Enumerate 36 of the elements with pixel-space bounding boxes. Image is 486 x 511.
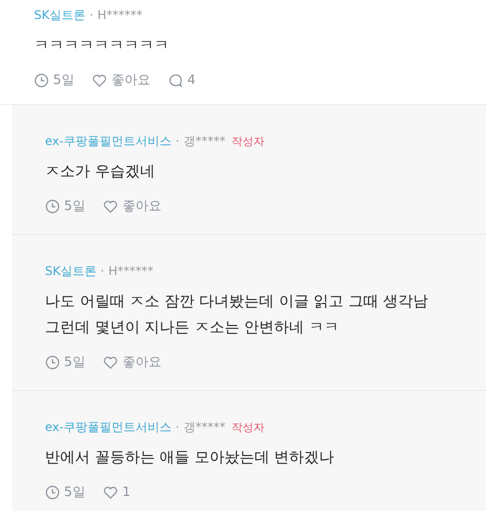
company-name[interactable]: SK실트론 — [34, 6, 86, 24]
heart-icon — [103, 484, 118, 500]
time-text: 5일 — [53, 72, 74, 89]
like-button[interactable]: 좋아요 — [103, 197, 162, 215]
like-button[interactable]: 좋아요 — [103, 353, 162, 371]
clock-icon — [45, 484, 60, 500]
time-text: 5일 — [64, 354, 86, 371]
clock-icon — [34, 72, 49, 88]
user-name: 갱***** — [183, 132, 226, 150]
reply-text: ㅈ소가 우습겠네 — [45, 161, 156, 182]
reply-text: 나도 어릴때 ㅈ소 잠깐 다녀봤는데 이글 읽고 그때 생각남 그런데 몇년이 지나든 ㅈ소는 안변하네 ㅋㅋ — [45, 291, 430, 338]
separator-dot: · — [176, 420, 180, 434]
user-name: H****** — [97, 8, 142, 22]
reply-text: 반에서 꼴등하는 애들 모아놨는데 변하겠나 — [45, 447, 336, 468]
user-name: H****** — [108, 264, 154, 278]
company-name[interactable]: ex-쿠팡풀필먼트서비스 — [45, 132, 172, 150]
company-name[interactable]: ex-쿠팡풀필먼트서비스 — [45, 418, 172, 436]
comment-text: ㅋㅋㅋㅋㅋㅋㅋㅋㅋ — [34, 35, 170, 56]
time-text: 5일 — [64, 198, 86, 215]
heart-icon — [103, 198, 118, 214]
separator-dot: · — [100, 264, 104, 278]
time-text: 5일 — [64, 484, 86, 501]
separator-dot: · — [176, 134, 180, 148]
author-label: 작성자 — [231, 134, 264, 148]
heart-icon — [103, 354, 118, 370]
reply-button[interactable]: 4 — [168, 72, 196, 88]
like-button[interactable]: 좋아요 — [92, 71, 150, 89]
speech-bubble-icon — [168, 72, 184, 88]
clock-icon — [45, 198, 60, 214]
author-label: 작성자 — [231, 420, 264, 434]
clock-icon — [45, 354, 60, 370]
company-name[interactable]: SK실트론 — [45, 262, 96, 280]
separator-dot: · — [90, 8, 94, 22]
user-name: 갱***** — [183, 418, 226, 436]
heart-icon — [92, 72, 108, 88]
like-button[interactable]: 1 — [103, 484, 131, 500]
